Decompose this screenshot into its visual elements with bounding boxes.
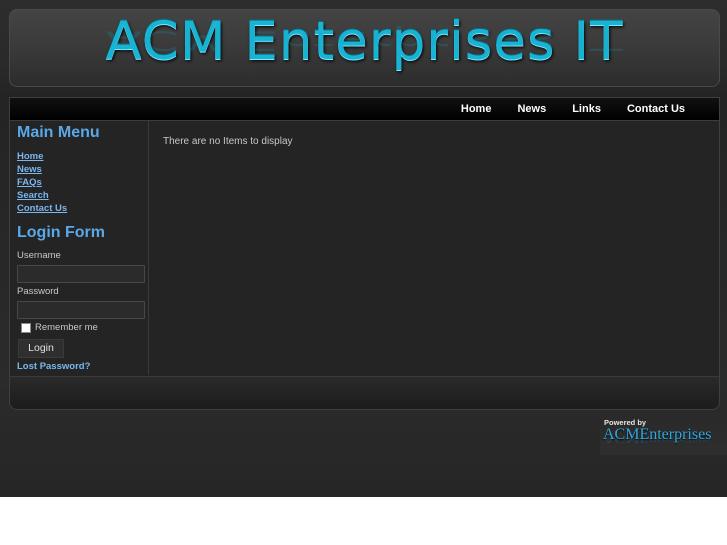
- site-header-banner: ACM Enterprises IT ACM Enterprises IT: [9, 9, 720, 87]
- powered-by-badge[interactable]: Powered by ACMEnterprises ACMEnterprises: [600, 417, 727, 455]
- main-menu-title: Main Menu: [17, 124, 100, 141]
- panel-footer: [10, 376, 719, 409]
- login-button[interactable]: Login: [18, 339, 64, 358]
- password-label: Password: [17, 286, 59, 297]
- powered-by-brand-reflection: ACMEnterprises: [603, 436, 712, 444]
- username-label: Username: [17, 250, 61, 261]
- login-form-title: Login Form: [17, 224, 105, 241]
- nav-home-link[interactable]: Home: [461, 98, 492, 120]
- top-nav: Home News Links Contact Us: [435, 98, 685, 120]
- sidebar: Main Menu Home News FAQs Search Contact …: [10, 121, 149, 375]
- remember-me-label: Remember me: [35, 322, 98, 333]
- menu-item-faqs[interactable]: FAQs: [17, 177, 42, 189]
- content-empty-message: There are no Items to display: [163, 136, 293, 147]
- nav-contact-us-link[interactable]: Contact Us: [627, 98, 685, 120]
- nav-links-link[interactable]: Links: [572, 98, 601, 120]
- main-panel: Home News Links Contact Us Main Menu Hom…: [9, 97, 720, 410]
- lost-password-link[interactable]: Lost Password?: [17, 361, 90, 373]
- site-title-reflection: ACM Enterprises IT: [105, 25, 624, 56]
- menu-item-home[interactable]: Home: [17, 151, 43, 163]
- top-navigation-bar: Home News Links Contact Us: [10, 98, 719, 121]
- remember-me-checkbox[interactable]: [21, 323, 31, 333]
- nav-news-link[interactable]: News: [517, 98, 546, 120]
- menu-item-news[interactable]: News: [17, 164, 42, 176]
- username-input[interactable]: [17, 265, 145, 283]
- menu-item-contact-us[interactable]: Contact Us: [17, 203, 67, 215]
- password-input[interactable]: [17, 301, 145, 319]
- menu-item-search[interactable]: Search: [17, 190, 49, 202]
